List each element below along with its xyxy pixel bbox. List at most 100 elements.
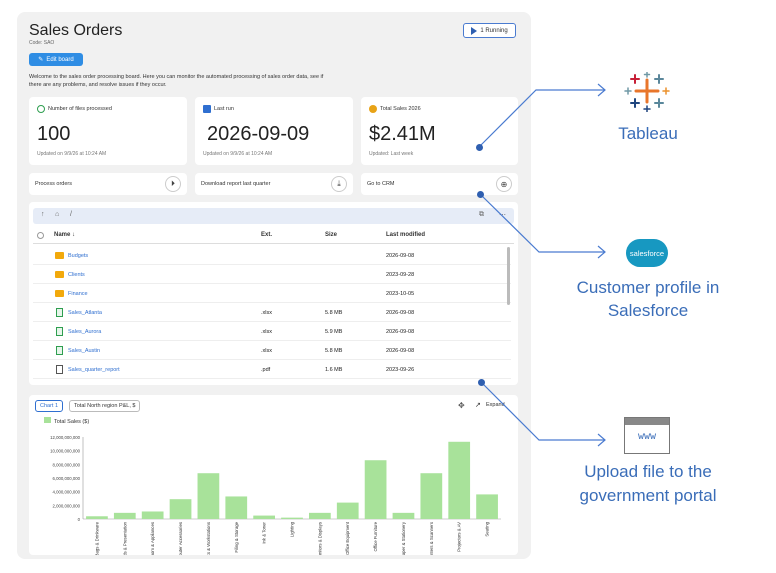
file-name[interactable]: Finance [68,291,88,297]
web-browser-icon: www [624,417,670,454]
card-title: Total Sales 2026 [380,106,421,112]
file-modified: 2023-09-26 [386,367,415,373]
file-size: 5.8 MB [325,310,343,316]
select-all-checkbox[interactable] [37,232,44,239]
folder-icon [55,252,64,259]
chart-panel: Chart 1 Total North region P&L, $ ✥ ↗ Ex… [29,395,518,555]
col-size[interactable]: Size [325,232,337,238]
bar [169,499,192,519]
connector-dot [476,144,483,151]
bar [197,473,220,519]
file-browser: ↑ ⌂ / ⧉ ⋯ Name ↓ Ext. Size Last modified… [29,202,518,385]
table-row[interactable]: Finance 2023-10-05 [33,285,511,303]
file-ext: .xlsx [261,348,272,354]
pencil-icon: ✎ [38,57,44,63]
card-value: $2.41M [369,123,436,145]
tableau-logo-icon [624,71,670,113]
globe-icon[interactable]: ⊕ [496,176,512,192]
expand-icon[interactable]: ↗ [475,401,481,409]
col-ext[interactable]: Ext. [261,232,272,238]
x-tick-label: Projectors & AV [457,522,462,552]
bar [141,511,164,519]
table-row[interactable]: Clients 2023-09-28 [33,266,511,284]
file-name[interactable]: Sales_Atlanta [68,310,102,316]
download-report-action: Download report last quarter ⤓ [195,173,353,195]
x-tick-label: Filing & Storage [234,521,239,552]
legend-swatch [44,417,51,423]
connector-dot [478,379,485,386]
x-tick-label: Desks & Workstations [206,522,211,555]
edit-board-button[interactable]: ✎ Edit board [29,53,83,66]
gov-portal-label: Upload file to the government portal [579,462,717,505]
file-modified: 2023-09-28 [386,272,415,278]
table-row[interactable]: Budgets 2026-09-08 [33,247,511,265]
col-modified[interactable]: Last modified [386,232,425,238]
file-name[interactable]: Sales_Aurora [68,329,101,335]
file-table-header: Name ↓ Ext. Size Last modified [33,230,514,244]
y-tick-label: 6,000,000,000 [53,476,81,481]
table-row[interactable]: Sales_Atlanta .xlsx 5.8 MB 2026-09-08 [33,304,511,322]
bar [392,512,415,519]
file-ext: .xlsx [261,329,272,335]
new-folder-icon[interactable]: ⧉ [479,211,484,219]
up-arrow-icon[interactable]: ↑ [41,211,45,218]
tableau-label: Tableau [618,124,678,143]
x-tick-label: Office Furniture [373,521,378,551]
www-text: www [637,431,657,442]
download-icon[interactable]: ⤓ [331,176,347,192]
bar [364,460,387,519]
bar [253,515,276,519]
files-processed-card: Number of files processed 100 Updated on… [29,97,187,165]
file-toolbar: ↑ ⌂ / ⧉ ⋯ [33,208,514,224]
bar [308,512,331,519]
tab-chart-1[interactable]: Chart 1 [35,400,64,412]
bar [281,517,303,519]
y-tick-label: 12,000,000,000 [50,435,80,440]
card-title: Last run [214,106,234,112]
file-name[interactable]: Sales_Austin [68,348,100,354]
legend-label: Total Sales ($) [54,419,89,425]
x-tick-label: Seating [485,521,490,536]
x-tick-label: Paper & Stationery [401,521,406,555]
more-icon[interactable]: ⋯ [499,211,506,219]
file-modified: 2026-09-08 [386,348,415,354]
col-name[interactable]: Name ↓ [54,232,75,238]
play-icon [471,26,478,35]
y-tick-label: 4,000,000,000 [53,490,81,495]
running-button[interactable]: 1 Running [463,23,516,38]
action-label: Go to CRM [367,181,395,187]
file-ext: .xlsx [261,310,272,316]
scrollbar[interactable] [507,247,510,305]
card-value: 2026-09-09 [207,123,310,145]
breadcrumb: / [70,211,72,218]
action-label: Process orders [35,181,72,187]
x-tick-label: Office Equipment [345,521,350,555]
move-icon[interactable]: ✥ [458,401,465,410]
spreadsheet-icon [56,346,63,355]
home-icon[interactable]: ⌂ [55,211,59,218]
card-updated: Updated on 9/9/26 at 10:24 AM [37,151,107,157]
folder-icon [55,290,64,297]
file-name[interactable]: Sales_quarter_report [68,367,120,373]
table-row[interactable]: Sales_Austin .xlsx 5.8 MB 2026-09-08 [33,342,511,360]
table-row[interactable]: Sales_Aurora .xlsx 5.9 MB 2026-09-08 [33,323,511,341]
file-name[interactable]: Budgets [68,253,88,259]
dollar-coin-icon [369,105,377,113]
x-tick-label: Printers & Scanners [429,522,434,555]
page-code: Code: SAO [29,40,55,46]
tab-north-region[interactable]: Total North region P&L, $ [69,400,141,412]
file-modified: 2023-10-05 [386,291,415,297]
page-title: Sales Orders [29,22,123,39]
spreadsheet-icon [56,327,63,336]
expand-label[interactable]: Expand [486,402,505,408]
file-name[interactable]: Clients [68,272,85,278]
salesforce-cloud-icon: salesforce [626,239,668,267]
table-row[interactable]: Sales_quarter_report .pdf 1.6 MB 2023-09-26 [33,361,511,379]
total-sales-card: Total Sales 2026 $2.41M Updated: Last we… [361,97,518,165]
clock-icon [37,105,45,113]
y-tick-label: 0 [78,517,81,522]
salesforce-label: Customer profile in Salesforce [576,278,720,320]
bar [336,502,359,519]
play-circle-icon[interactable]: ⏵ [165,176,181,192]
process-orders-action: Process orders ⏵ [29,173,187,195]
